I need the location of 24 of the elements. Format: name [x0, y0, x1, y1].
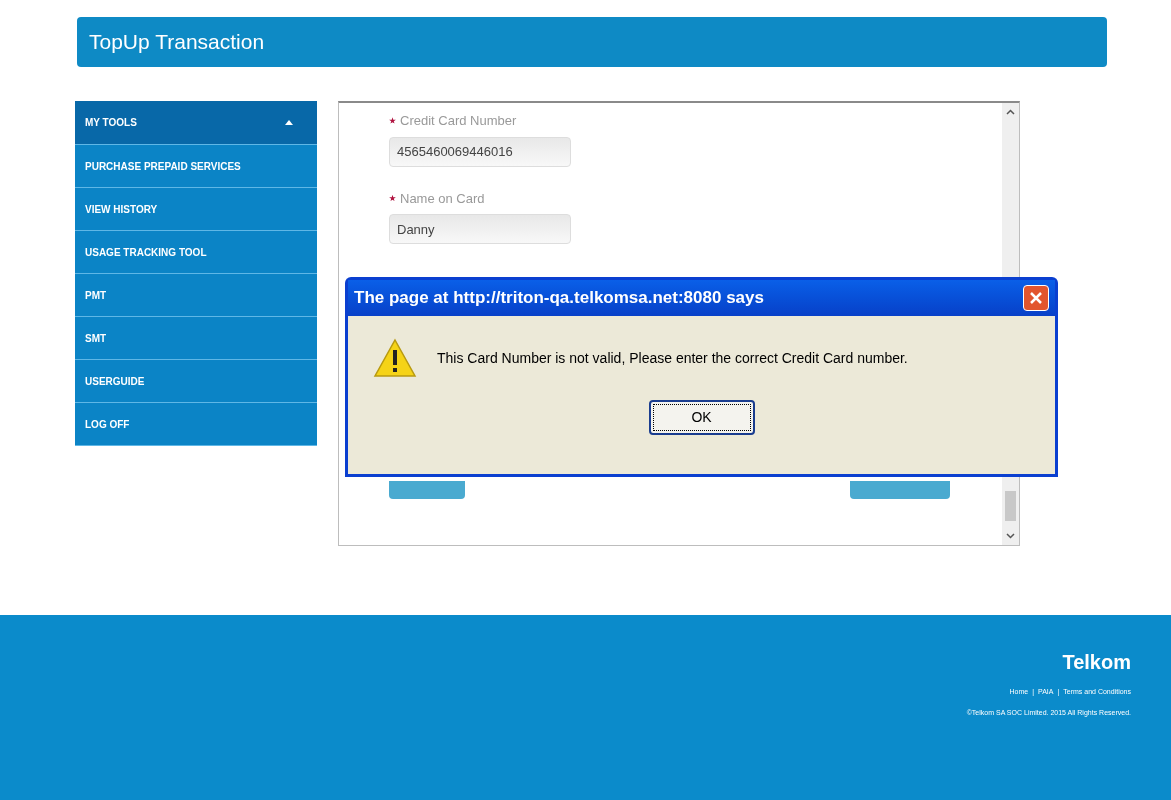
- sidebar-item[interactable]: USERGUIDE: [75, 360, 317, 403]
- footer-brand: Telkom: [1062, 650, 1131, 675]
- field-label: Name on Card: [400, 189, 485, 208]
- sidebar-item[interactable]: SMT: [75, 317, 317, 360]
- caret-up-icon: [285, 120, 293, 125]
- text-field[interactable]: Danny: [389, 214, 571, 244]
- sidebar-item[interactable]: VIEW HISTORY: [75, 188, 317, 231]
- field-label: Credit Card Number: [400, 112, 517, 130]
- scroll-down-icon[interactable]: [1006, 533, 1015, 539]
- scroll-up-icon[interactable]: [1006, 109, 1015, 115]
- sidebar-header[interactable]: MY TOOLS: [75, 101, 317, 145]
- sidebar-item[interactable]: PURCHASE PREPAID SERVICES: [75, 145, 317, 188]
- page-title: TopUp Transaction: [89, 29, 265, 56]
- scroll-thumb[interactable]: [1005, 491, 1016, 521]
- warning-icon: [373, 338, 417, 378]
- close-button[interactable]: [1023, 285, 1049, 311]
- close-icon: [1030, 292, 1042, 304]
- ok-button[interactable]: OK: [648, 400, 755, 435]
- dialog-title: The page at http://triton-qa.telkomsa.net:8080 says: [354, 287, 764, 310]
- sidebar-item[interactable]: PMT: [75, 274, 317, 317]
- sidebar-item[interactable]: LOG OFF: [75, 403, 317, 446]
- dialog-message: This Card Number is not valid, Please enter the correct Credit Card number.: [437, 348, 908, 368]
- text-field[interactable]: 4565460069446016: [389, 136, 571, 167]
- sidebar-item[interactable]: USAGE TRACKING TOOL: [75, 231, 317, 274]
